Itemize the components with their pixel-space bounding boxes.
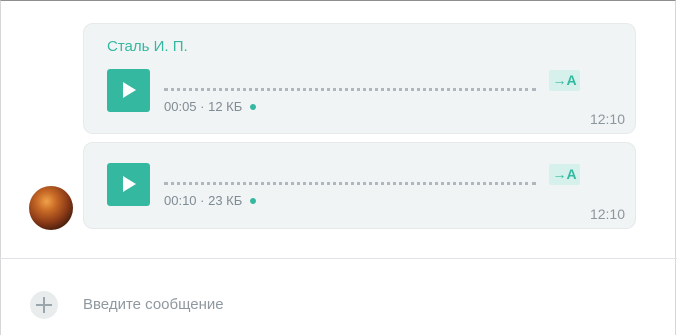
audio-duration-size: 00:10 · 23 КБ [164,193,243,208]
message-list: Сталь И. П. 00:05 · 12 КБ →A 12:10 00:10… [0,0,677,258]
message-input[interactable]: Введите сообщение [83,296,224,313]
audio-duration-size: 00:05 · 12 КБ [164,99,243,114]
translate-icon[interactable]: →A [549,70,580,91]
message-time: 12:10 [589,206,625,222]
unplayed-dot-icon [250,103,257,110]
avatar[interactable] [29,186,73,230]
audio-meta: 00:10 · 23 КБ [164,193,257,208]
message-composer: Введите сообщение [0,259,677,336]
message-sender[interactable]: Сталь И. П. [107,38,188,55]
voice-message: Сталь И. П. 00:05 · 12 КБ →A 12:10 [83,23,636,134]
audio-meta: 00:05 · 12 КБ [164,99,257,114]
message-time: 12:10 [589,111,625,127]
audio-waveform[interactable] [164,88,536,91]
play-icon[interactable] [107,69,150,112]
plus-icon[interactable] [30,291,58,319]
translate-icon[interactable]: →A [549,164,580,185]
audio-waveform[interactable] [164,182,536,185]
unplayed-dot-icon [250,197,257,204]
voice-message: 00:10 · 23 КБ →A 12:10 [83,142,636,229]
play-icon[interactable] [107,163,150,206]
